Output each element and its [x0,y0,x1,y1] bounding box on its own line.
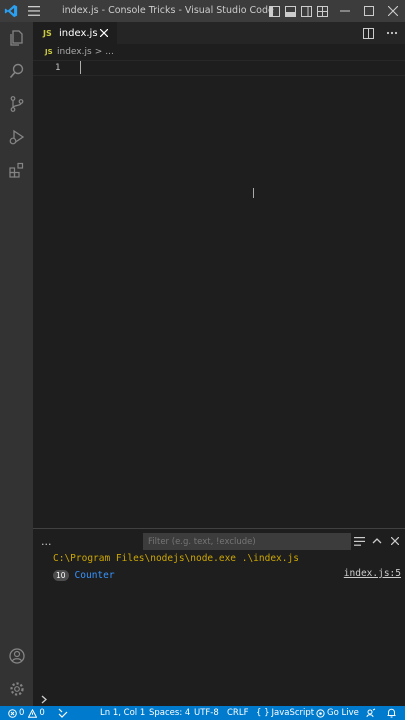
status-bar: 0 0 Ln 1, Col 1 Spaces: 4 UTF-8 CRLF { }… [0,706,405,720]
javascript-file-icon: JS [43,28,52,38]
source-location-link[interactable]: index.js:5 [344,568,401,579]
chevron-right-icon [41,692,47,706]
maximize-icon[interactable] [357,0,381,22]
warning-count: 0 [39,708,45,718]
editor-tabs: JS index.js [33,22,405,44]
current-line-highlight [33,60,405,76]
title-bar: index.js - Console Tricks - Visual Studi… [0,0,405,22]
breadcrumb-separator: > [94,47,103,57]
close-icon[interactable] [97,26,111,40]
vscode-logo-icon [0,0,22,22]
error-count: 0 [19,708,25,718]
more-actions-icon[interactable] [383,24,401,42]
debug-console-panel: ... C:\Program Files\nodejs\node.exe .\i… [33,528,405,703]
mouse-ibeam-cursor [253,188,255,198]
chevron-up-icon[interactable] [369,532,385,550]
tab-label: index.js [59,27,98,39]
activity-bar [0,22,33,706]
language-mode[interactable]: { } JavaScript [256,706,314,720]
warning-icon [28,708,38,718]
breadcrumb-more[interactable]: ... [105,47,114,57]
broadcast-icon [316,708,325,718]
customize-layout-icon[interactable] [315,0,329,22]
error-icon [8,708,17,718]
toggle-secondary-sidebar-icon[interactable] [299,0,313,22]
clear-console-icon[interactable] [351,532,367,550]
account-icon[interactable] [0,640,33,672]
window-close-icon[interactable] [381,0,405,22]
toggle-panel-icon[interactable] [283,0,297,22]
explorer-icon[interactable] [0,22,33,54]
go-live-label: Go Live [327,708,359,718]
console-output-line: 10 Counter [53,568,115,582]
window-title: index.js - Console Tricks - Visual Studi… [62,5,274,16]
minimize-icon[interactable] [333,0,357,22]
split-editor-icon[interactable] [359,24,377,42]
tab-index-js[interactable]: JS index.js [33,22,117,44]
console-output-line: C:\Program Files\nodejs\node.exe .\index… [53,553,299,564]
manage-gear-icon[interactable] [0,673,33,705]
text-cursor [80,61,81,74]
problems-status[interactable]: 0 0 [8,706,45,720]
source-control-icon[interactable] [0,88,33,120]
console-output-text: Counter [74,569,115,581]
indentation-status[interactable]: Spaces: 4 [149,706,190,720]
breadcrumb-file[interactable]: index.js [57,47,92,57]
extensions-icon[interactable] [0,154,33,186]
console-repl-input[interactable] [33,692,405,706]
run-debug-icon[interactable] [0,121,33,153]
braces-icon: { } [256,708,270,718]
hamburger-menu-icon[interactable] [22,0,46,22]
feedback-icon[interactable] [366,706,376,720]
search-icon[interactable] [0,55,33,87]
bell-icon[interactable] [387,706,396,720]
language-label: JavaScript [271,708,315,718]
go-live-button[interactable]: Go Live [316,706,359,720]
repeat-count-badge: 10 [53,569,69,581]
eol-status[interactable]: CRLF [227,706,248,720]
remote-icon[interactable] [58,706,68,720]
console-filter-input[interactable] [143,533,351,550]
toggle-sidebar-icon[interactable] [267,0,281,22]
javascript-file-icon: JS [45,48,53,56]
line-number: 1 [55,63,61,73]
panel-more-button[interactable]: ... [41,535,52,548]
encoding-status[interactable]: UTF-8 [194,706,219,720]
breadcrumb[interactable]: JS index.js > ... [45,45,114,59]
cursor-position[interactable]: Ln 1, Col 1 [100,706,145,720]
editor-area: JS index.js JS index.js > ... 1 [33,22,405,528]
close-icon[interactable] [387,532,403,550]
